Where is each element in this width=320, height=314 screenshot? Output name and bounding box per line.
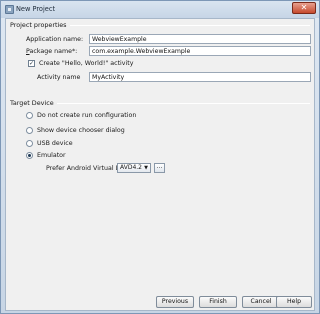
browse-avd-button[interactable]: ...: [154, 163, 165, 173]
radio-usb-device[interactable]: [26, 140, 33, 147]
activity-name-input[interactable]: [89, 72, 311, 82]
window-title: New Project: [16, 5, 56, 13]
help-button[interactable]: Help: [276, 296, 312, 308]
radio-device-chooser-label: Show device chooser dialog: [37, 127, 125, 134]
previous-button[interactable]: Previous: [156, 296, 194, 308]
dialog-content: Project properties Application name: Pac…: [5, 18, 315, 311]
create-activity-label: Create "Hello, World!" activity: [39, 60, 134, 67]
target-device-label: Target Device: [10, 99, 57, 107]
chevron-down-icon: ▼: [144, 165, 148, 171]
application-name-label: Application name:: [26, 36, 84, 43]
package-name-input[interactable]: [89, 46, 311, 56]
avd-select[interactable]: AVD4.2 ▼: [117, 163, 151, 173]
new-project-window: New Project ✕ Project properties Applica…: [0, 0, 320, 314]
create-activity-checkbox[interactable]: ✓: [28, 60, 35, 67]
radio-usb-device-label: USB device: [37, 140, 73, 147]
app-icon: [5, 5, 14, 14]
activity-name-label: Activity name: [37, 74, 81, 81]
project-properties-label: Project properties: [10, 21, 70, 29]
radio-emulator-label: Emulator: [37, 152, 66, 159]
package-name-label-text: ackage name*:: [29, 48, 78, 55]
radio-no-run-config-label: Do not create run configuration: [37, 112, 137, 119]
avd-select-value: AVD4.2: [120, 164, 142, 171]
title-bar[interactable]: New Project ✕: [1, 1, 319, 18]
package-name-label: Package name*:: [26, 48, 78, 55]
radio-no-run-config[interactable]: [26, 112, 33, 119]
application-name-input[interactable]: [89, 34, 311, 44]
cancel-button[interactable]: Cancel: [242, 296, 280, 308]
finish-button[interactable]: Finish: [199, 296, 237, 308]
radio-device-chooser[interactable]: [26, 127, 33, 134]
radio-emulator[interactable]: [26, 152, 33, 159]
close-button[interactable]: ✕: [292, 2, 316, 14]
